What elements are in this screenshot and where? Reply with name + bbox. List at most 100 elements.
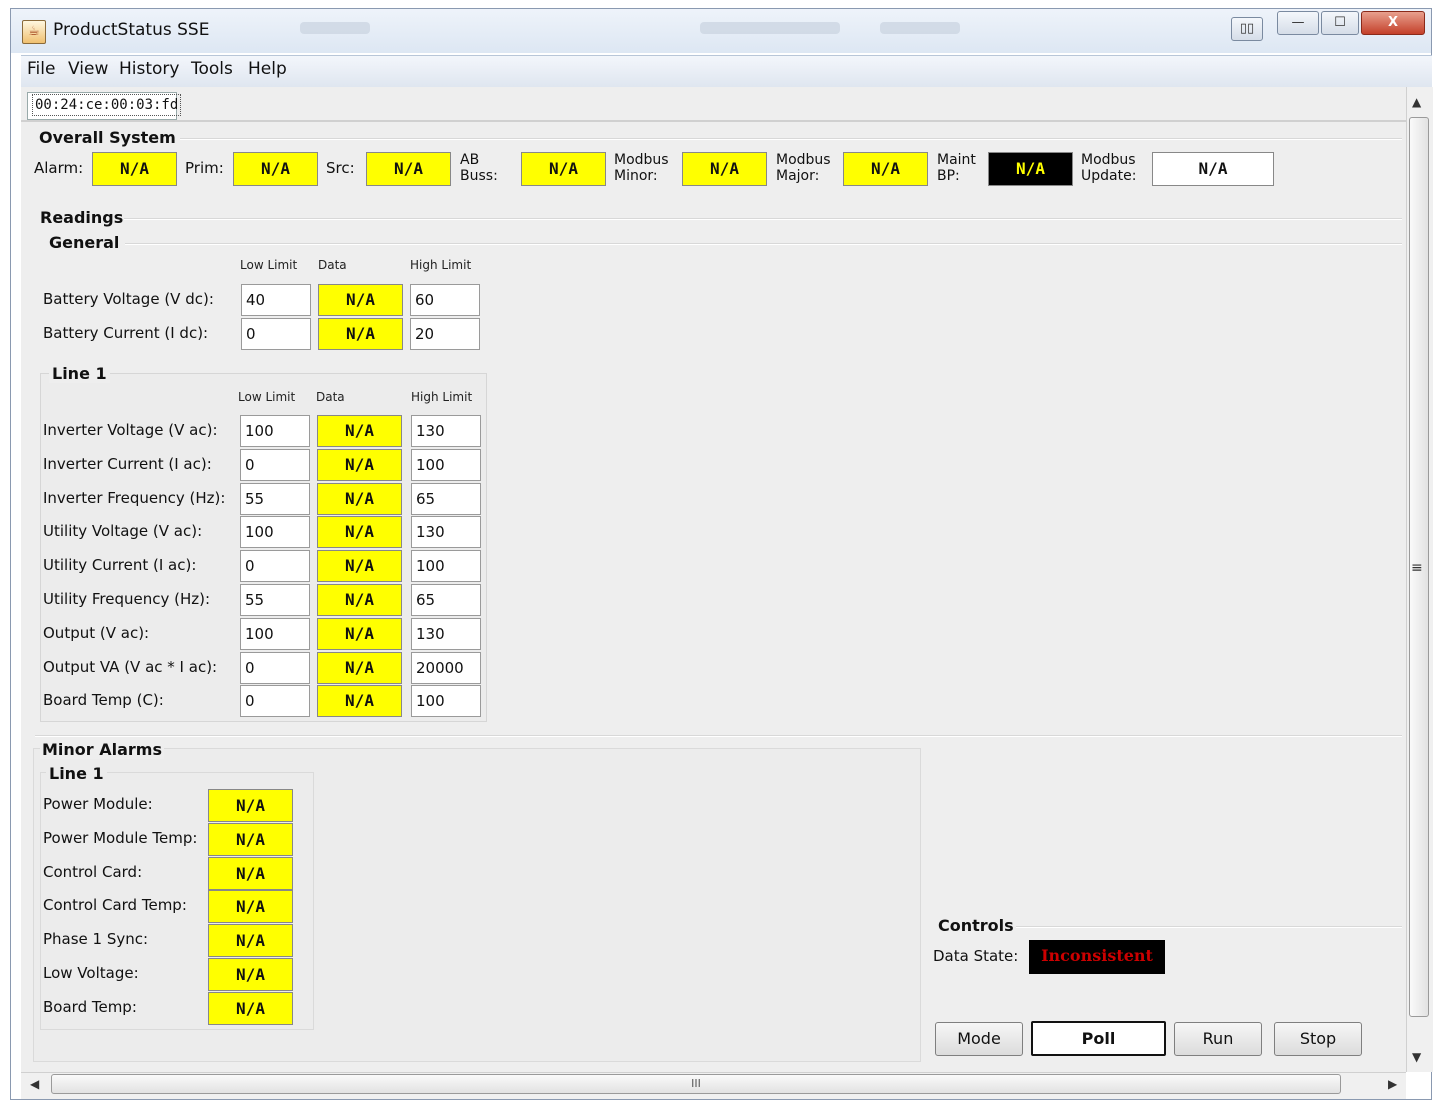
minor-alarm-status: N/A <box>208 958 293 991</box>
scroll-right-icon[interactable]: ▶ <box>1388 1077 1397 1091</box>
low-limit-field[interactable]: 0 <box>240 685 310 718</box>
maint-bp-status: N/A <box>988 152 1073 186</box>
menu-tools[interactable]: Tools <box>191 59 233 79</box>
minimize-button[interactable]: — <box>1277 11 1319 35</box>
high-limit-field[interactable]: 130 <box>411 415 481 447</box>
run-button[interactable]: Run <box>1174 1022 1262 1056</box>
minor-alarm-label: Control Card Temp: <box>43 896 187 915</box>
line1-header: Line 1 <box>49 364 110 383</box>
low-limit-field[interactable]: 100 <box>240 415 310 447</box>
minor-alarm-label: Low Voltage: <box>43 964 139 982</box>
reading-label: Inverter Current (I ac): <box>43 454 212 473</box>
general-low-limit-header: Low Limit <box>240 258 298 272</box>
line1-high-limit-header: High Limit <box>411 390 473 404</box>
reading-data: N/A <box>317 584 402 616</box>
reading-data: N/A <box>317 651 402 684</box>
general-high-limit-header: High Limit <box>410 258 472 272</box>
minor-alarm-label: Power Module Temp: <box>43 828 198 847</box>
scroll-down-icon[interactable]: ▼ <box>1412 1050 1421 1064</box>
minor-alarm-status: N/A <box>208 890 293 924</box>
reading-label: Inverter Voltage (V ac): <box>43 421 218 439</box>
src-label: Src: <box>326 159 355 177</box>
high-limit-field[interactable]: 100 <box>411 550 481 583</box>
prim-label: Prim: <box>185 159 224 177</box>
tab-divider <box>21 120 1406 122</box>
data-state-value: Inconsistent <box>1029 940 1165 974</box>
high-limit-field[interactable]: 100 <box>411 448 481 481</box>
alarm-label: Alarm: <box>34 159 84 177</box>
separator <box>1016 926 1402 928</box>
modbus-major-status: N/A <box>843 152 928 186</box>
reading-label: Output (V ac): <box>43 623 150 642</box>
ab-buss-label: AB Buss: <box>460 152 498 184</box>
reading-label: Utility Voltage (V ac): <box>43 522 203 541</box>
java-app-icon: ☕ <box>22 20 46 44</box>
horizontal-scroll-thumb[interactable]: III <box>51 1074 1341 1094</box>
reading-label: Board Temp (C): <box>43 691 164 710</box>
src-status: N/A <box>366 152 451 186</box>
stop-button[interactable]: Stop <box>1274 1022 1362 1056</box>
high-limit-field[interactable]: 130 <box>411 617 481 650</box>
menu-help[interactable]: Help <box>248 59 287 79</box>
maximize-button[interactable]: ☐ <box>1321 11 1359 35</box>
low-limit-field[interactable]: 40 <box>241 284 311 316</box>
reading-data: N/A <box>317 448 402 481</box>
modbus-update-status: N/A <box>1152 152 1274 186</box>
device-tab[interactable]: 00:24:ce:00:03:fd <box>27 92 182 120</box>
high-limit-field[interactable]: 65 <box>411 584 481 616</box>
minor-alarms-line1-header: Line 1 <box>46 764 107 783</box>
modbus-minor-status: N/A <box>682 152 767 186</box>
low-limit-field[interactable]: 55 <box>240 482 310 515</box>
controls-header: Controls <box>938 916 1014 935</box>
reading-label: Battery Current (I dc): <box>43 324 209 342</box>
high-limit-field[interactable]: 20000 <box>411 651 481 684</box>
low-limit-field[interactable]: 0 <box>240 448 310 481</box>
low-limit-field[interactable]: 0 <box>240 651 310 684</box>
low-limit-field[interactable]: 100 <box>240 617 310 650</box>
low-limit-field[interactable]: 0 <box>240 550 310 583</box>
scroll-left-icon[interactable]: ◀ <box>30 1077 39 1091</box>
reading-data: N/A <box>317 617 402 650</box>
reading-data: N/A <box>317 685 402 718</box>
general-data-header: Data <box>318 258 347 272</box>
minor-alarm-status: N/A <box>208 789 293 822</box>
reading-label: Output VA (V ac * I ac): <box>43 657 218 676</box>
low-limit-field[interactable]: 55 <box>240 584 310 616</box>
high-limit-field[interactable]: 130 <box>411 516 481 549</box>
snap-layout-icon[interactable]: ▯▯ <box>1231 17 1263 41</box>
blurred-taskbar-text <box>700 22 840 34</box>
minor-alarms-header: Minor Alarms <box>40 740 164 759</box>
readings-header: Readings <box>40 208 124 227</box>
poll-button[interactable]: Poll <box>1031 1021 1166 1056</box>
reading-data: N/A <box>318 318 403 350</box>
menu-file[interactable]: File <box>27 59 55 79</box>
scroll-up-icon[interactable]: ▲ <box>1412 95 1421 109</box>
reading-data: N/A <box>317 516 402 549</box>
reading-label: Inverter Frequency (Hz): <box>43 488 226 507</box>
reading-data: N/A <box>317 415 402 447</box>
high-limit-field[interactable]: 100 <box>411 685 481 718</box>
low-limit-field[interactable]: 100 <box>240 516 310 549</box>
high-limit-field[interactable]: 20 <box>410 318 480 350</box>
reading-data: N/A <box>317 550 402 583</box>
minor-alarm-label: Control Card: <box>43 862 143 881</box>
minor-alarm-status: N/A <box>208 822 293 856</box>
separator <box>180 138 1402 140</box>
minor-alarm-status: N/A <box>208 991 293 1025</box>
menu-history[interactable]: History <box>119 59 179 79</box>
separator <box>124 218 1402 220</box>
high-limit-field[interactable]: 65 <box>411 482 481 515</box>
menu-view[interactable]: View <box>68 59 108 79</box>
vertical-grip-icon: ≡ <box>1411 560 1423 576</box>
prim-status: N/A <box>233 152 318 186</box>
minor-alarm-label: Board Temp: <box>43 997 137 1016</box>
blurred-taskbar-text <box>880 22 960 34</box>
reading-data: N/A <box>317 482 402 515</box>
reading-data: N/A <box>318 284 403 316</box>
ab-buss-status: N/A <box>521 152 606 186</box>
high-limit-field[interactable]: 60 <box>410 284 480 316</box>
low-limit-field[interactable]: 0 <box>241 318 311 350</box>
close-button[interactable]: X <box>1361 11 1425 35</box>
overall-system-header: Overall System <box>39 128 176 147</box>
mode-button[interactable]: Mode <box>935 1022 1023 1056</box>
